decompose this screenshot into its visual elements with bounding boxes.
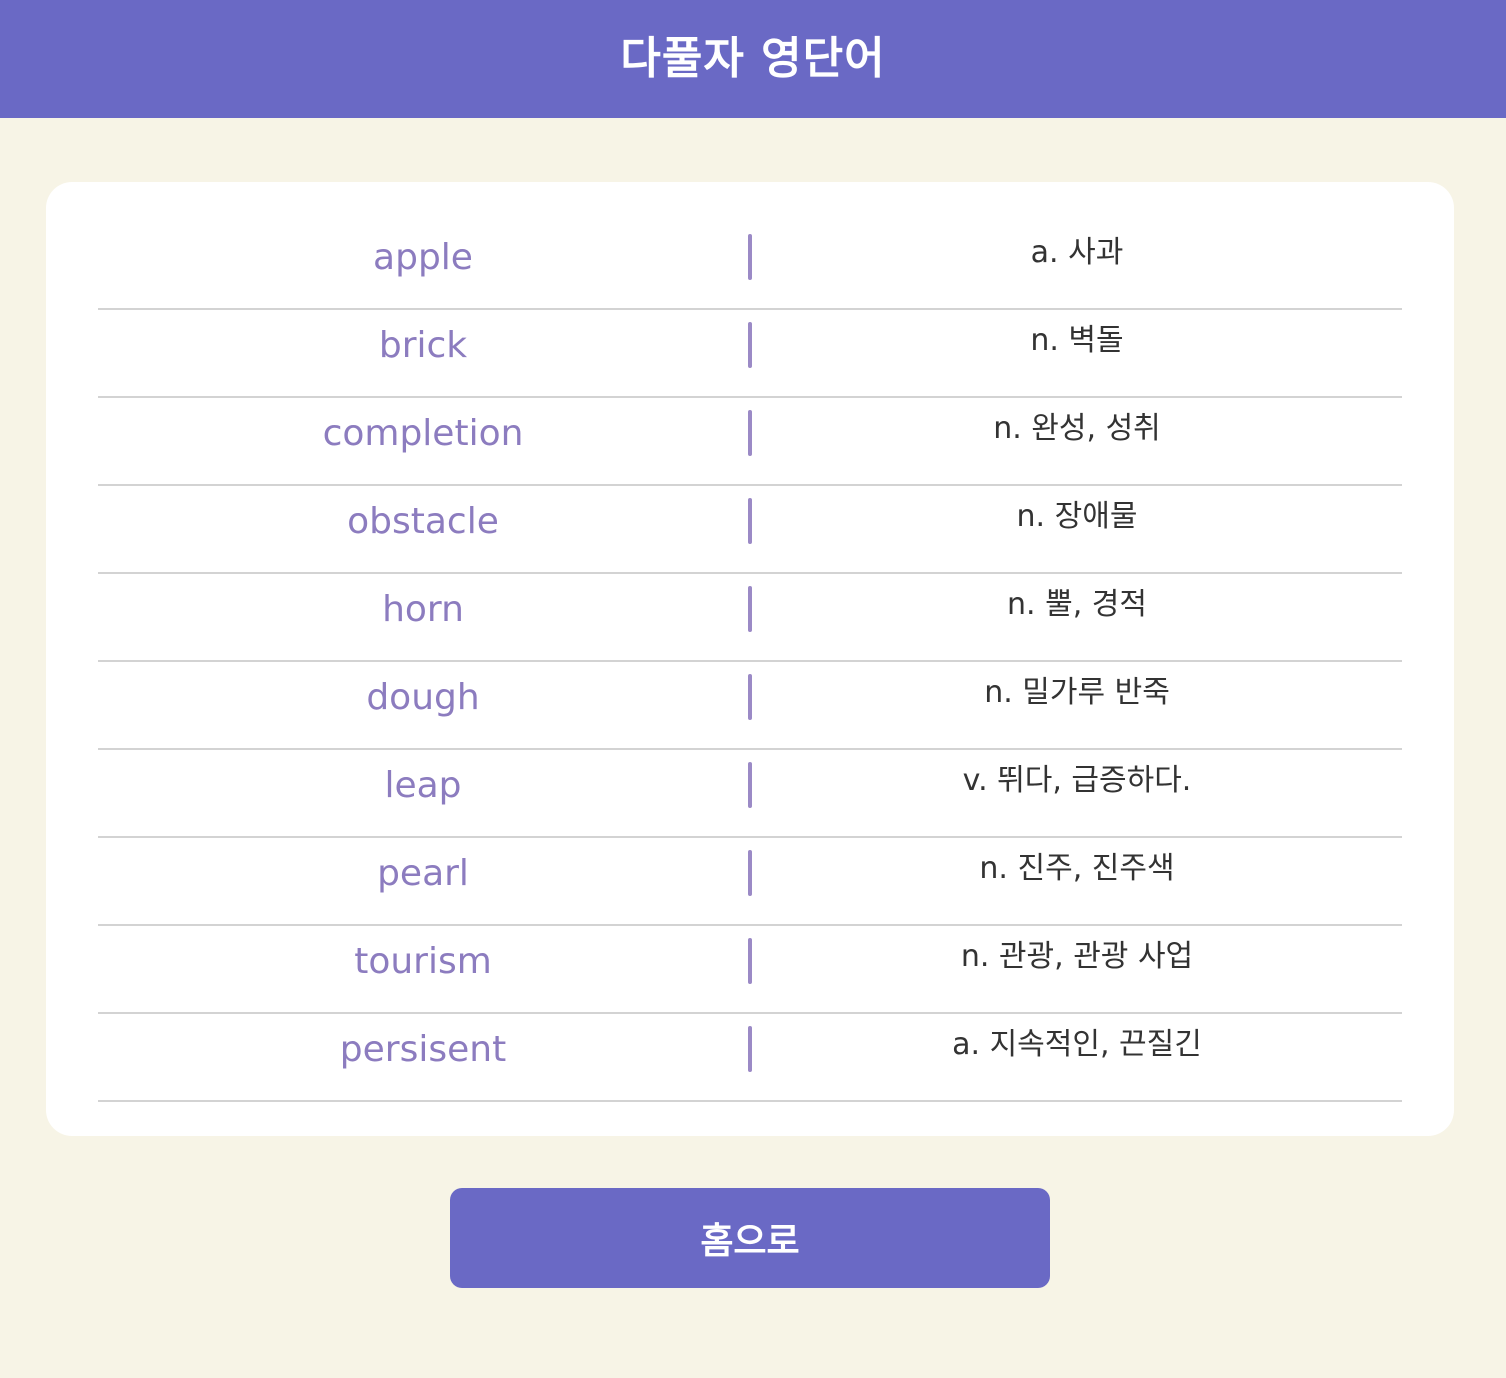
word-row: brick n. 벽돌 (98, 310, 1402, 398)
word-list-card: apple a. 사과 brick n. 벽돌 completion n. 완성… (46, 182, 1454, 1136)
korean-meaning: n. 뿔, 경적 (1007, 587, 1147, 622)
word-row: horn n. 뿔, 경적 (98, 574, 1402, 662)
english-word: persisent (339, 1029, 507, 1070)
app-header: 다풀자 영단어 (0, 0, 1506, 118)
word-row: persisent a. 지속적인, 끈질긴 (98, 1014, 1402, 1102)
korean-meaning: v. 뛰다, 급증하다. (962, 763, 1192, 798)
home-button[interactable]: 홈으로 (450, 1188, 1050, 1288)
english-word: completion (322, 413, 524, 454)
word-row: dough n. 밀가루 반죽 (98, 662, 1402, 750)
word-row: leap v. 뛰다, 급증하다. (98, 750, 1402, 838)
english-word: apple (373, 237, 473, 278)
english-word: obstacle (347, 501, 499, 542)
korean-meaning: n. 밀가루 반죽 (984, 675, 1170, 710)
korean-meaning: n. 장애물 (1016, 499, 1138, 534)
english-word: leap (384, 765, 462, 806)
korean-meaning: n. 관광, 관광 사업 (960, 939, 1194, 974)
word-row: pearl n. 진주, 진주색 (98, 838, 1402, 926)
word-list: apple a. 사과 brick n. 벽돌 completion n. 완성… (98, 222, 1402, 1102)
word-row: completion n. 완성, 성취 (98, 398, 1402, 486)
korean-meaning: a. 지속적인, 끈질긴 (952, 1027, 1202, 1062)
word-row: obstacle n. 장애물 (98, 486, 1402, 574)
english-word: pearl (377, 853, 469, 894)
korean-meaning: a. 사과 (1030, 235, 1124, 270)
english-word: dough (366, 677, 480, 718)
page-title: 다풀자 영단어 (620, 33, 886, 84)
word-row: apple a. 사과 (98, 222, 1402, 310)
korean-meaning: n. 벽돌 (1030, 323, 1124, 358)
korean-meaning: n. 완성, 성취 (993, 411, 1161, 446)
word-row: tourism n. 관광, 관광 사업 (98, 926, 1402, 1014)
english-word: horn (382, 589, 464, 630)
english-word: brick (378, 325, 468, 366)
korean-meaning: n. 진주, 진주색 (979, 851, 1175, 886)
english-word: tourism (354, 941, 492, 982)
